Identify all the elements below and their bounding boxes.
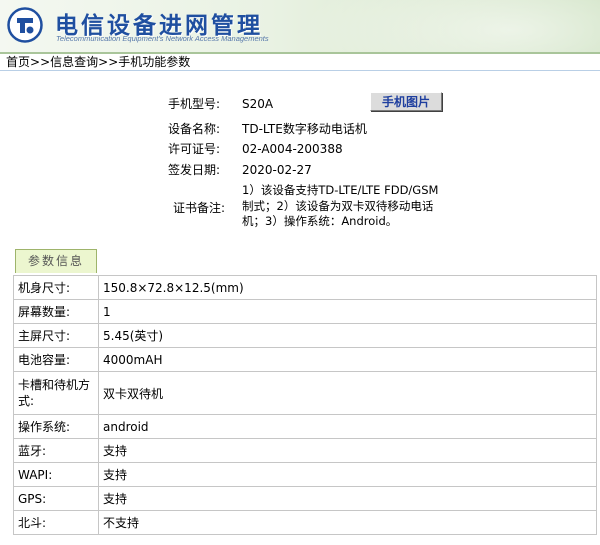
logo-icon <box>7 7 43 43</box>
param-label: 北斗: <box>13 510 99 535</box>
table-row: 机身尺寸: 150.8×72.8×12.5(mm) <box>13 275 597 300</box>
device-name-label: 设备名称: <box>168 122 221 136</box>
table-row: 主屏尺寸: 5.45(英寸) <box>13 323 597 348</box>
param-label: 机身尺寸: <box>13 275 99 300</box>
table-row: 卡槽和待机方式: 双卡双待机 <box>13 371 597 415</box>
breadcrumb-home-link[interactable]: 首页 <box>6 55 30 69</box>
table-row: 电池容量: 4000mAH <box>13 347 597 372</box>
breadcrumb-query-link[interactable]: 信息查询 <box>50 55 98 69</box>
issue-date-label: 签发日期: <box>168 163 221 177</box>
table-row: 北斗: 不支持 <box>13 510 597 535</box>
remark-value: 1）该设备支持TD-LTE/LTE FDD/GSM制式；2）该设备为双卡双待移动… <box>242 183 439 228</box>
device-name-value: TD-LTE数字移动电话机 <box>242 122 367 136</box>
table-row: 蓝牙: 支持 <box>13 438 597 463</box>
param-value: 支持 <box>98 462 597 487</box>
remark-label: 证书备注: <box>173 201 226 215</box>
param-value: 1 <box>98 299 597 324</box>
breadcrumb-separator: >> <box>30 55 51 69</box>
model-label: 手机型号: <box>168 97 221 111</box>
header-banner: 电信设备进网管理 Telecommunication Equipment's N… <box>0 0 600 52</box>
param-value: 4000mAH <box>98 347 597 372</box>
param-value: 支持 <box>98 486 597 511</box>
param-value: 150.8×72.8×12.5(mm) <box>98 275 597 300</box>
table-row: GPS: 支持 <box>13 486 597 511</box>
param-value: 双卡双待机 <box>98 371 597 415</box>
param-value: 支持 <box>98 438 597 463</box>
params-table: 机身尺寸: 150.8×72.8×12.5(mm) 屏幕数量: 1 主屏尺寸: … <box>13 275 597 535</box>
param-label: 卡槽和待机方式: <box>13 371 99 415</box>
model-value: S20A <box>242 97 274 111</box>
issue-date-value: 2020-02-27 <box>242 163 312 177</box>
param-label: 主屏尺寸: <box>13 323 99 348</box>
param-value: 不支持 <box>98 510 597 535</box>
license-label: 许可证号: <box>168 142 221 156</box>
breadcrumb-separator: >> <box>98 55 119 69</box>
banner-subtitle: Telecommunication Equipment's Network Ac… <box>56 34 269 43</box>
param-label: 屏幕数量: <box>13 299 99 324</box>
table-row: WAPI: 支持 <box>13 462 597 487</box>
phone-photo-button[interactable]: 手机图片 <box>370 92 442 111</box>
breadcrumb: 首页>>信息查询>>手机功能参数 <box>0 54 600 71</box>
table-row: 操作系统: android <box>13 414 597 439</box>
param-label: GPS: <box>13 486 99 511</box>
tab-params-info[interactable]: 参数信息 <box>15 249 97 273</box>
license-value: 02-A004-200388 <box>242 142 343 156</box>
param-label: 操作系统: <box>13 414 99 439</box>
param-value: android <box>98 414 597 439</box>
param-label: 蓝牙: <box>13 438 99 463</box>
param-value: 5.45(英寸) <box>98 323 597 348</box>
table-row: 屏幕数量: 1 <box>13 299 597 324</box>
param-label: 电池容量: <box>13 347 99 372</box>
breadcrumb-current: 手机功能参数 <box>118 55 191 69</box>
param-label: WAPI: <box>13 462 99 487</box>
